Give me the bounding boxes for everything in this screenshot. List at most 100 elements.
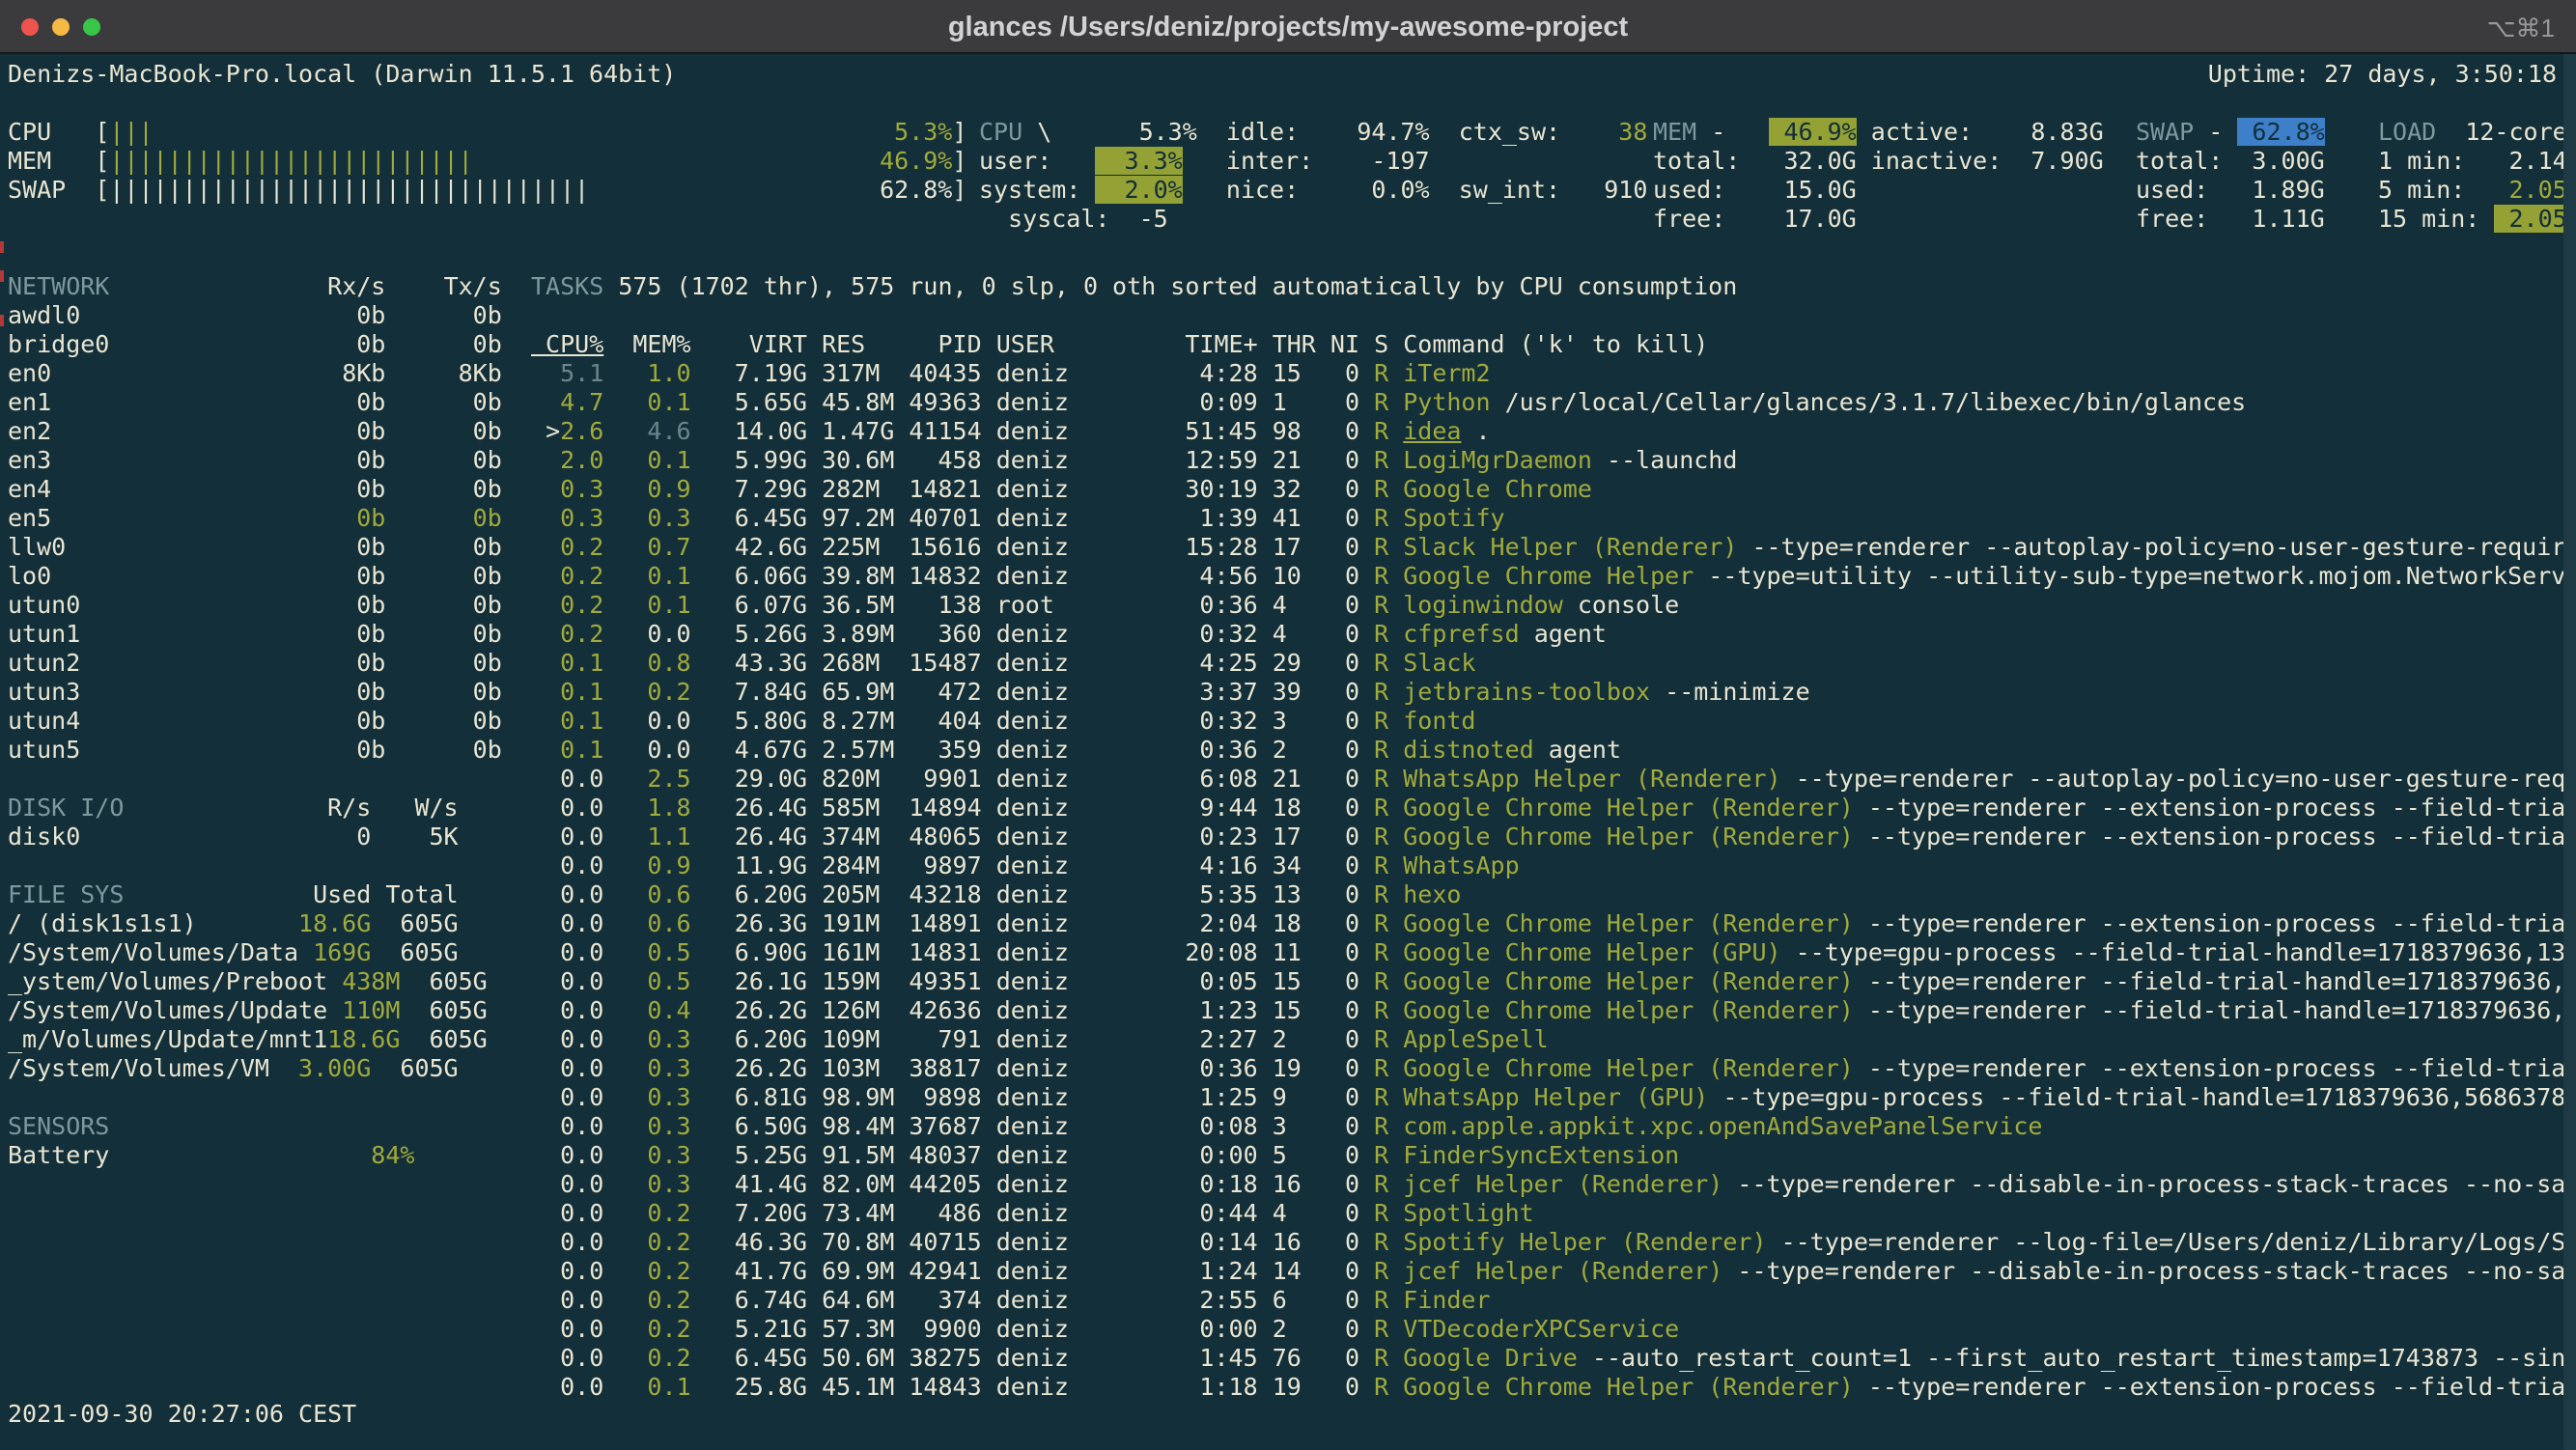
tx-value: 0b [385, 707, 501, 735]
scrollbar-track[interactable] [2563, 54, 2576, 1450]
command-name: WhatsApp Helper (Renderer) [1403, 765, 1780, 793]
mem-line1: MEM - 46.9% active: 8.83G [1653, 118, 2104, 147]
text [982, 475, 996, 503]
res-value: 205M [822, 880, 894, 908]
command-name: loginwindow [1403, 591, 1563, 619]
text [982, 446, 996, 474]
ni-value: 0 [1330, 967, 1359, 995]
user-value: deniz [996, 967, 1171, 995]
text [1258, 678, 1273, 706]
thr-value: 4 [1273, 591, 1330, 619]
text [1388, 1112, 1403, 1140]
state-value: R [1374, 996, 1388, 1024]
state-value: R [1374, 736, 1388, 764]
column-cpu: CPU% [531, 330, 603, 358]
ni-value: 0 [1330, 996, 1359, 1024]
res-value: 45.8M [822, 388, 894, 416]
pid-value: 40715 [894, 1228, 981, 1256]
virt-value: 41.7G [691, 1257, 807, 1285]
tx-value: 0b [385, 475, 501, 503]
text [1258, 359, 1273, 387]
mem-value: 0.2 [603, 1344, 690, 1372]
command-name: com.apple.appkit.xpc.openAndSavePanelSer… [1403, 1112, 2042, 1140]
interface-name: lo0 [8, 562, 269, 590]
pid-value: 359 [894, 736, 981, 764]
pid-value: 9900 [894, 1315, 981, 1343]
text [1359, 938, 1374, 966]
cpu-value: 0.0 [531, 1315, 603, 1343]
user-value: deniz [996, 765, 1171, 793]
text [807, 678, 822, 706]
ni-value: 0 [1330, 388, 1359, 416]
text [807, 649, 822, 677]
text: [ [95, 118, 109, 146]
process-row: 0.0 0.2 7.20G 73.4M 486 deniz 0:44 4 0 R… [531, 1199, 1534, 1228]
text [807, 1112, 822, 1140]
text [531, 417, 546, 445]
state-value: R [1374, 938, 1388, 966]
res-value: 3.89M [822, 620, 894, 648]
process-row: 0.0 0.2 6.45G 50.6M 38275 deniz 1:45 76 … [531, 1344, 2576, 1373]
tx-value: 0b [385, 678, 501, 706]
cpu-value: 0.0 [531, 823, 603, 850]
text [807, 417, 822, 445]
time-value: 0:18 [1170, 1170, 1257, 1198]
command-name: Google Chrome Helper (Renderer) [1403, 1373, 1854, 1401]
command-args: --type=renderer --disable-in-process-sta… [1722, 1257, 2576, 1285]
column-s: S [1374, 330, 1388, 358]
pid-value: 472 [894, 678, 981, 706]
text [1258, 504, 1273, 532]
column-mem: MEM% [603, 330, 690, 358]
tx-value: 0b [385, 446, 501, 474]
user-value: deniz [996, 1112, 1171, 1140]
pid-value: 404 [894, 707, 981, 735]
text [982, 649, 996, 677]
pid-value: 49351 [894, 967, 981, 995]
command-args: --type=renderer --extension-process --fi… [1854, 823, 2576, 850]
load-line4: 15 min: 2.05 [2378, 205, 2567, 234]
text [982, 909, 996, 937]
virt-value: 6.81G [691, 1083, 807, 1111]
process-row: 0.3 0.3 6.45G 97.2M 40701 deniz 1:39 41 … [531, 504, 1505, 533]
state-value: R [1374, 678, 1388, 706]
user-value: deniz [996, 909, 1171, 937]
mem-value: 2.5 [603, 765, 690, 793]
used-value: 3.00G [298, 1054, 371, 1082]
virt-value: 26.2G [691, 1054, 807, 1082]
user-value: deniz [996, 620, 1171, 648]
text [807, 1199, 822, 1227]
gauge-label: MEM [8, 147, 95, 175]
sensor-value: 84% [298, 1141, 414, 1169]
user-value: deniz [996, 649, 1171, 677]
tx-value: 0b [385, 504, 501, 532]
text [1388, 359, 1403, 387]
interface-name: utun2 [8, 649, 269, 677]
text: 3.00G [2237, 147, 2324, 175]
virt-value: 5.65G [691, 388, 807, 416]
text [1359, 794, 1374, 822]
tasks-label: TASKS [531, 272, 603, 300]
pid-value: 9898 [894, 1083, 981, 1111]
res-value: 82.0M [822, 1170, 894, 1198]
user-value: deniz [996, 417, 1171, 445]
mem-value: 0.4 [603, 996, 690, 1024]
mem-value: 0.0 [603, 707, 690, 735]
text [1388, 533, 1403, 561]
interface-name: en2 [8, 417, 269, 445]
thr-value: 2 [1273, 1315, 1330, 1343]
state-value: R [1374, 359, 1388, 387]
user-value: deniz [996, 1315, 1171, 1343]
command-args: --type=renderer --disable-in-process-sta… [1722, 1170, 2576, 1198]
cpu-value: 5.1 [531, 359, 603, 387]
thr-value: 5 [1273, 1141, 1330, 1169]
thr-value: 16 [1273, 1170, 1330, 1198]
text: R/s [298, 794, 371, 822]
process-row: 0.0 0.3 5.25G 91.5M 48037 deniz 0:00 5 0… [531, 1141, 1679, 1170]
used-value: 18.6G [298, 909, 371, 937]
pid-value: 38817 [894, 1054, 981, 1082]
rx-value: 0b [269, 417, 385, 445]
command-args: agent [1534, 736, 1621, 764]
interface-name: utun5 [8, 736, 269, 764]
text [807, 1315, 822, 1343]
text [1388, 1199, 1403, 1227]
